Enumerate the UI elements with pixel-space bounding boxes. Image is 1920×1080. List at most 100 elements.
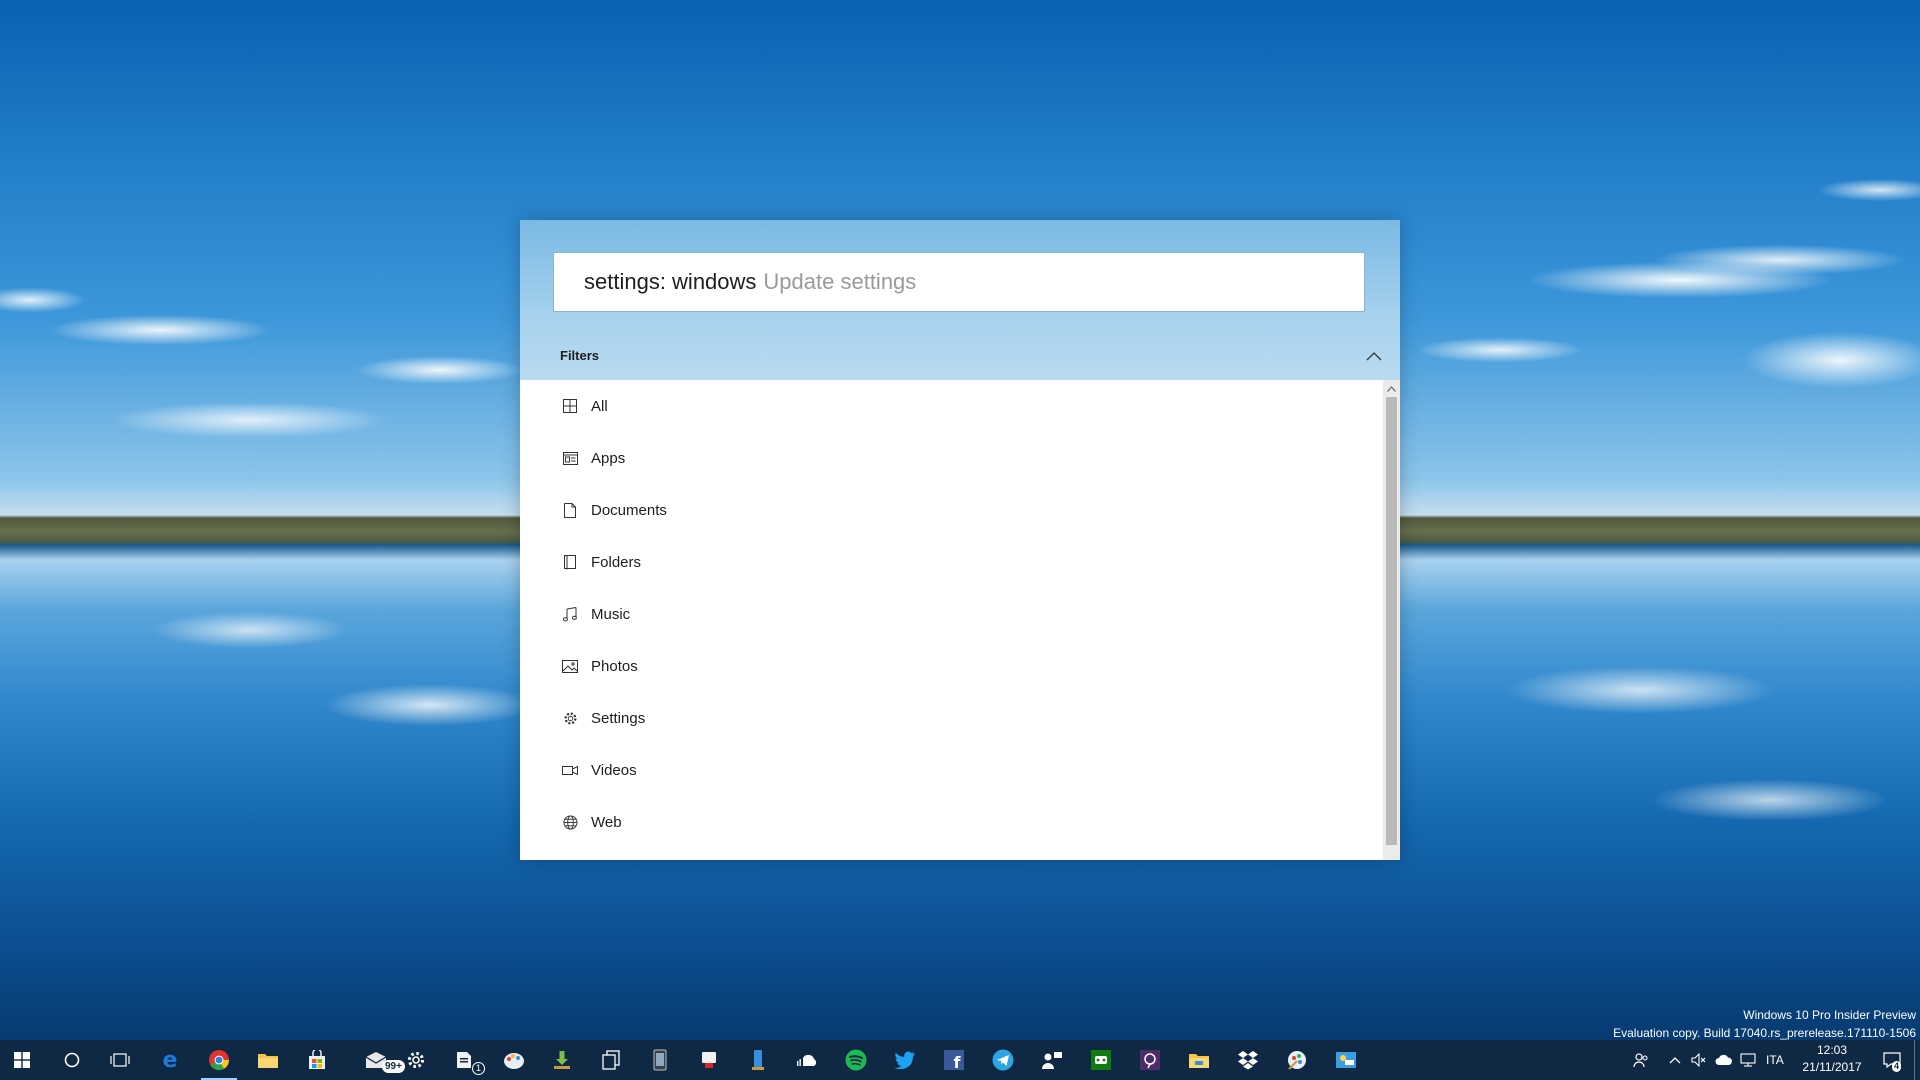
filter-list: All Apps Documents Folders Music Photos … bbox=[520, 380, 1400, 860]
filter-item-label: Apps bbox=[591, 449, 626, 467]
clock-time: 12:03 bbox=[1816, 1043, 1848, 1057]
clock-date: 21/11/2017 bbox=[1802, 1060, 1862, 1074]
task-view-icon bbox=[110, 1053, 130, 1067]
file-explorer-button[interactable] bbox=[246, 1040, 290, 1080]
twitter-icon bbox=[894, 1051, 915, 1069]
weather-button[interactable] bbox=[1324, 1040, 1368, 1080]
telegram-button[interactable] bbox=[981, 1040, 1025, 1080]
documents-icon bbox=[602, 1050, 620, 1070]
task-view-button[interactable] bbox=[98, 1040, 142, 1080]
scroll-thumb[interactable] bbox=[1386, 397, 1397, 845]
twitter-button[interactable] bbox=[883, 1040, 927, 1080]
evaluation-watermark: Windows 10 Pro Insider Preview Evaluatio… bbox=[1613, 1006, 1916, 1042]
phone-icon bbox=[653, 1049, 667, 1071]
paint3d-button[interactable] bbox=[1275, 1040, 1319, 1080]
paint-icon bbox=[504, 1053, 524, 1069]
action-center-button[interactable]: 4 bbox=[1879, 1040, 1905, 1080]
scroll-up-button[interactable] bbox=[1383, 380, 1400, 397]
svg-text:f: f bbox=[954, 1053, 962, 1070]
filter-item-web[interactable]: Web bbox=[520, 796, 1380, 848]
cortana-circle-icon bbox=[64, 1052, 80, 1068]
filter-item-videos[interactable]: Videos bbox=[520, 744, 1380, 796]
search-typed-text: settings: windows bbox=[584, 269, 757, 294]
spotify-icon bbox=[845, 1049, 867, 1071]
filters-header-label: Filters bbox=[560, 348, 600, 363]
gear-icon bbox=[562, 710, 578, 726]
filter-item-label: Photos bbox=[591, 657, 638, 675]
soundcloud-button[interactable] bbox=[785, 1040, 829, 1080]
news-badge: 1 bbox=[472, 1062, 486, 1075]
chrome-button[interactable] bbox=[197, 1040, 241, 1080]
onedrive-button[interactable] bbox=[1713, 1040, 1735, 1080]
search-suggestion-text: Update settings bbox=[763, 269, 917, 294]
filter-item-apps[interactable]: Apps bbox=[520, 432, 1380, 484]
tablet-button[interactable] bbox=[736, 1040, 780, 1080]
filter-item-label: Folders bbox=[591, 553, 642, 571]
filter-item-music[interactable]: Music bbox=[520, 588, 1380, 640]
cloud-icon bbox=[1715, 1054, 1732, 1065]
folder-icon bbox=[562, 554, 578, 570]
paint-button[interactable] bbox=[492, 1040, 536, 1080]
news-button[interactable]: 1 bbox=[444, 1040, 488, 1080]
download-button[interactable] bbox=[540, 1040, 584, 1080]
start-button[interactable] bbox=[0, 1040, 44, 1080]
facebook-icon: f bbox=[944, 1050, 964, 1070]
filter-item-all[interactable]: All bbox=[520, 380, 1380, 432]
messaging-icon bbox=[702, 1052, 716, 1068]
facebook-button[interactable]: f bbox=[932, 1040, 976, 1080]
show-hidden-icons-button[interactable] bbox=[1664, 1040, 1686, 1080]
search-input[interactable]: settings: windows Update settings bbox=[553, 252, 1365, 312]
folder-button[interactable] bbox=[1177, 1040, 1221, 1080]
filter-item-label: Music bbox=[591, 605, 631, 623]
collapse-filters-button[interactable] bbox=[1362, 344, 1386, 368]
paint3d-icon bbox=[1288, 1051, 1306, 1070]
volume-button[interactable] bbox=[1688, 1040, 1710, 1080]
documents-button[interactable] bbox=[589, 1040, 633, 1080]
windows-start-icon bbox=[14, 1052, 30, 1068]
feedback-button[interactable] bbox=[1128, 1040, 1172, 1080]
folder-icon bbox=[1189, 1054, 1209, 1068]
grid-icon bbox=[562, 398, 578, 414]
settings-button[interactable] bbox=[394, 1040, 438, 1080]
tray-people-button[interactable] bbox=[1630, 1040, 1652, 1080]
chrome-icon bbox=[209, 1050, 230, 1071]
network-icon bbox=[1740, 1053, 1756, 1067]
svg-text:e: e bbox=[163, 1049, 178, 1071]
store-button[interactable] bbox=[295, 1040, 339, 1080]
filter-item-photos[interactable]: Photos bbox=[520, 640, 1380, 692]
app-window-icon bbox=[562, 450, 578, 466]
xbox-button[interactable] bbox=[1079, 1040, 1123, 1080]
filter-item-documents[interactable]: Documents bbox=[520, 484, 1380, 536]
music-note-icon bbox=[562, 606, 578, 622]
people-button[interactable] bbox=[1030, 1040, 1074, 1080]
messaging-button[interactable] bbox=[687, 1040, 731, 1080]
download-icon bbox=[554, 1051, 570, 1069]
tablet-icon bbox=[752, 1050, 764, 1070]
chevron-up-icon bbox=[1669, 1057, 1681, 1064]
chevron-up-icon bbox=[1387, 385, 1396, 392]
filter-list-scrollbar[interactable] bbox=[1383, 380, 1400, 860]
filter-item-label: All bbox=[591, 397, 608, 415]
filter-item-label: Settings bbox=[591, 709, 646, 727]
weather-icon bbox=[1336, 1052, 1356, 1068]
cortana-button[interactable] bbox=[50, 1040, 94, 1080]
network-button[interactable] bbox=[1738, 1040, 1760, 1080]
watermark-line-1: Windows 10 Pro Insider Preview bbox=[1743, 1008, 1916, 1022]
show-desktop-button[interactable] bbox=[1914, 1040, 1920, 1080]
filter-item-settings[interactable]: Settings bbox=[520, 692, 1380, 744]
chevron-up-icon bbox=[1366, 352, 1382, 361]
dropbox-button[interactable] bbox=[1226, 1040, 1270, 1080]
settings-gear-icon bbox=[407, 1051, 425, 1069]
globe-icon bbox=[562, 814, 578, 830]
video-camera-icon bbox=[562, 762, 578, 778]
phone-button[interactable] bbox=[638, 1040, 682, 1080]
people-icon bbox=[1633, 1053, 1648, 1068]
taskbar: e 99+ 1 f ITA 12:03 21/11/2017 4 bbox=[0, 1040, 1920, 1080]
photo-icon bbox=[562, 658, 578, 674]
input-language-indicator[interactable]: ITA bbox=[1766, 1040, 1784, 1080]
document-icon bbox=[562, 502, 578, 518]
filter-item-folders[interactable]: Folders bbox=[520, 536, 1380, 588]
spotify-button[interactable] bbox=[834, 1040, 878, 1080]
clock[interactable]: 12:03 21/11/2017 bbox=[1796, 1042, 1868, 1076]
edge-button[interactable]: e bbox=[148, 1040, 192, 1080]
